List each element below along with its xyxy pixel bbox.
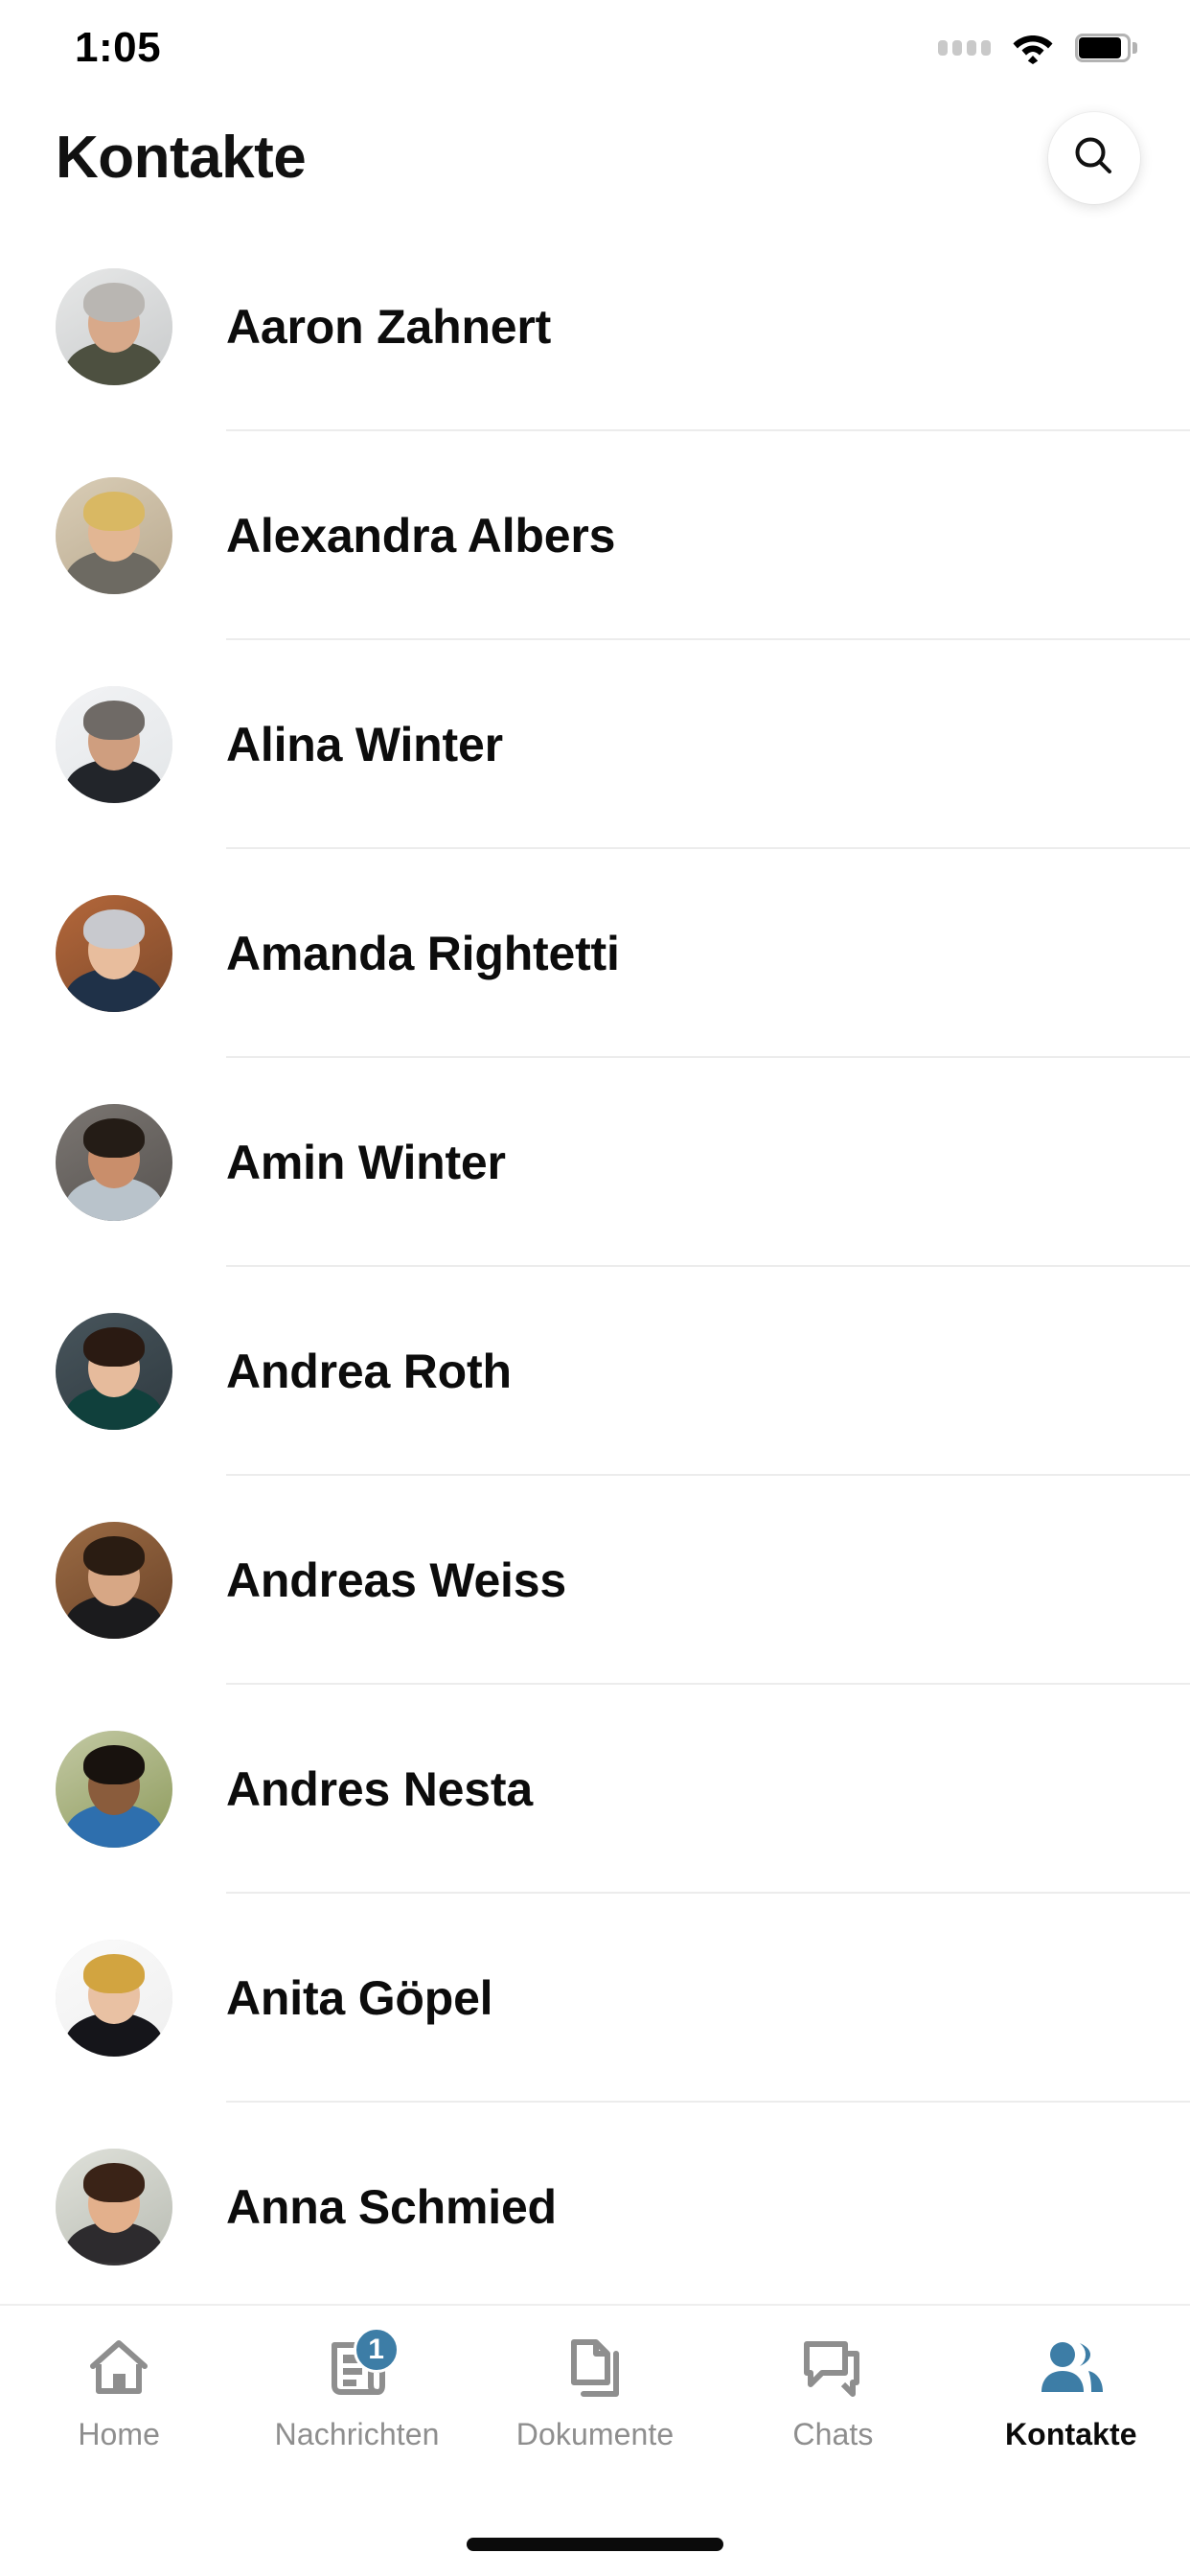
contact-row[interactable]: Andrea Roth (0, 1267, 1190, 1476)
contact-name: Alexandra Albers (226, 509, 616, 563)
avatar (56, 1940, 172, 2057)
tab-label: Chats (792, 2417, 874, 2451)
avatar (56, 1522, 172, 1639)
avatar (56, 1731, 172, 1848)
status-time: 1:05 (75, 24, 162, 71)
avatar (56, 895, 172, 1012)
avatar (56, 477, 172, 594)
contact-name: Andrea Roth (226, 1345, 512, 1398)
contact-name: Alina Winter (226, 718, 503, 771)
contact-row[interactable]: Alexandra Albers (0, 431, 1190, 640)
avatar (56, 1313, 172, 1430)
contact-name: Amin Winter (226, 1136, 506, 1189)
contact-name: Andres Nesta (226, 1762, 533, 1816)
contacts-icon (1035, 2334, 1108, 2402)
battery-full-icon (1075, 34, 1137, 62)
search-icon (1072, 134, 1116, 183)
tab-home[interactable]: Home (0, 2334, 238, 2452)
search-button[interactable] (1048, 112, 1140, 204)
tab-kontakte[interactable]: Kontakte (952, 2334, 1190, 2452)
status-bar: 1:05 (0, 0, 1190, 96)
avatar (56, 2149, 172, 2266)
home-icon (82, 2334, 155, 2402)
contact-name: Anna Schmied (226, 2180, 557, 2234)
contact-row[interactable]: Anita Göpel (0, 1894, 1190, 2103)
notification-badge: 1 (353, 2327, 400, 2373)
contact-row[interactable]: Alina Winter (0, 640, 1190, 849)
tab-label: Home (78, 2417, 161, 2451)
news-icon: 1 (321, 2327, 400, 2402)
tab-dokumente[interactable]: Dokumente (476, 2334, 714, 2452)
signal-dots-icon (938, 40, 991, 56)
tab-label: Dokumente (515, 2417, 675, 2451)
contact-row[interactable]: Aaron Zahnert (0, 222, 1190, 431)
contact-name: Aaron Zahnert (226, 300, 552, 354)
contact-row[interactable]: Amin Winter (0, 1058, 1190, 1267)
avatar (56, 686, 172, 803)
page-header: Kontakte (0, 96, 1190, 220)
tab-label: Kontakte (1004, 2417, 1137, 2451)
contact-name: Amanda Rightetti (226, 927, 620, 980)
home-indicator[interactable] (467, 2538, 723, 2551)
contact-name: Andreas Weiss (226, 1553, 566, 1607)
tab-label: Nachrichten (274, 2417, 440, 2451)
phone-screen: 1:05 Kontakte Aaron Zahnert Alexandra Al… (0, 0, 1190, 2576)
contact-row[interactable]: Andreas Weiss (0, 1476, 1190, 1685)
tab-nachrichten[interactable]: 1 Nachrichten (238, 2327, 475, 2452)
tab-chats[interactable]: Chats (714, 2334, 951, 2452)
documents-icon (559, 2334, 631, 2402)
avatar (56, 268, 172, 385)
contact-list[interactable]: Aaron Zahnert Alexandra Albers Alina Winte… (0, 222, 1190, 2304)
wifi-icon (1012, 32, 1054, 64)
bottom-tab-bar[interactable]: Home 1 Nachrichten Dokumente Chats Kontakte (0, 2304, 1190, 2576)
contact-name: Anita Göpel (226, 1971, 493, 2025)
avatar (56, 1104, 172, 1221)
page-title: Kontakte (56, 125, 307, 191)
status-indicators (938, 32, 1137, 64)
contact-row[interactable]: Amanda Rightetti (0, 849, 1190, 1058)
chat-icon (796, 2334, 869, 2402)
contact-row[interactable]: Andres Nesta (0, 1685, 1190, 1894)
contact-row[interactable]: Anna Schmied (0, 2103, 1190, 2304)
